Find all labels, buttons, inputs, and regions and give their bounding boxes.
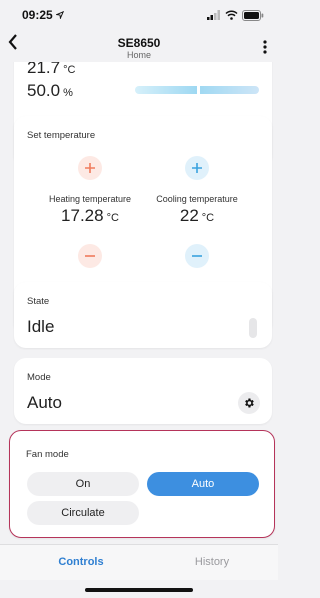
state-value: Idle — [27, 317, 55, 336]
cooling-decrease-button[interactable] — [185, 244, 209, 268]
humidity-reading: 50.0% — [27, 81, 73, 101]
fan-mode-on-button[interactable]: On — [27, 472, 139, 496]
fan-mode-label: Fan mode — [26, 449, 69, 460]
more-vertical-icon — [263, 40, 267, 54]
gear-icon — [245, 398, 254, 408]
mode-value: Auto — [27, 393, 62, 412]
state-label: State — [27, 296, 50, 307]
set-temperature-label: Set temperature — [27, 130, 96, 141]
heating-temperature-label: Heating temperature — [48, 194, 132, 204]
cooling-increase-button[interactable] — [185, 156, 209, 180]
location-arrow-icon — [55, 11, 64, 19]
tab-history[interactable]: History — [162, 556, 262, 568]
humidity-value: 50.0 — [27, 81, 61, 100]
status-time: 09:25 — [22, 8, 53, 22]
temperature-reading: 21.7 °C — [27, 62, 75, 78]
heating-increase-button[interactable] — [78, 156, 102, 180]
battery-icon — [242, 9, 264, 21]
tab-controls[interactable]: Controls — [31, 556, 131, 568]
cooling-temperature-label: Cooling temperature — [156, 194, 238, 204]
cooling-temperature-unit: °C — [201, 212, 215, 224]
fan-mode-circulate-button[interactable]: Circulate — [27, 501, 139, 525]
heating-temperature-unit: °C — [106, 212, 119, 224]
tab-bar: Controls History — [0, 544, 278, 580]
status-bar: 09:25 — [0, 0, 278, 30]
state-card: State Idle — [14, 282, 272, 348]
humidity-unit: % — [63, 87, 73, 99]
plus-icon — [192, 163, 202, 173]
mode-label: Mode — [27, 372, 51, 383]
plus-icon — [85, 163, 95, 173]
signal-icon — [207, 10, 220, 20]
nav-bar: SE8650 Home — [0, 32, 278, 62]
page-title: SE8650 — [117, 36, 161, 50]
wifi-icon — [225, 10, 238, 20]
home-indicator[interactable] — [85, 588, 193, 592]
fan-mode-card: Fan mode On Auto Circulate — [9, 430, 275, 538]
humidity-bar-marker — [197, 84, 200, 96]
mode-card: Mode Auto — [14, 358, 272, 424]
cooling-temperature-value: 22 — [179, 206, 199, 225]
heating-temperature-value: 17.28 — [61, 206, 104, 225]
minus-icon — [192, 255, 202, 257]
heating-decrease-button[interactable] — [78, 244, 102, 268]
cooling-temperature: 22 °C — [142, 206, 252, 226]
more-menu-button[interactable] — [260, 38, 270, 56]
heating-temperature: 17.28 °C — [35, 206, 145, 226]
mode-settings-button[interactable] — [238, 392, 260, 414]
page-subtitle: Home — [126, 50, 151, 60]
temperature-value: 21.7 — [27, 62, 61, 77]
fan-mode-auto-button[interactable]: Auto — [147, 472, 259, 496]
state-scroll-handle[interactable] — [249, 318, 257, 338]
temperature-unit: °C — [63, 64, 76, 76]
controls-content[interactable]: 21.7 °C 50.0% Set temperature Heating tem… — [0, 62, 278, 544]
minus-icon — [85, 255, 95, 257]
